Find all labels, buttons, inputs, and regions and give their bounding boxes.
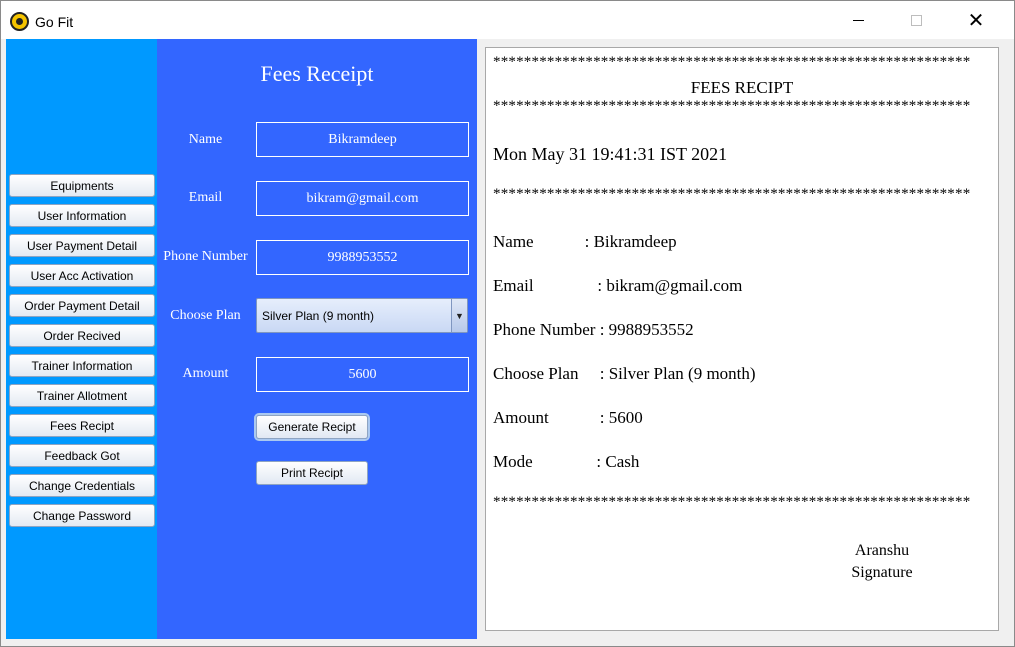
receipt-date: Mon May 31 19:41:31 IST 2021: [493, 144, 728, 164]
generate-recipt-button[interactable]: Generate Recipt: [256, 415, 368, 439]
receipt-mode-row: Mode : Cash: [493, 452, 640, 471]
minimize-button[interactable]: [835, 1, 881, 39]
receipt-email-row: Email : bikram@gmail.com: [493, 276, 743, 295]
signature-label: Signature: [851, 564, 913, 581]
signature-block: Aranshu Signature: [842, 540, 922, 584]
phone-label: Phone Number: [163, 249, 248, 264]
phone-field[interactable]: 9988953552: [256, 240, 469, 275]
name-label: Name: [188, 132, 223, 147]
sidebar-item-order-recived[interactable]: Order Recived: [9, 324, 155, 347]
receipt-amount-row: Amount : 5600: [493, 408, 643, 427]
print-recipt-button[interactable]: Print Recipt: [256, 461, 368, 485]
receipt-plan-row: Choose Plan : Silver Plan (9 month): [493, 364, 756, 383]
plan-label: Choose Plan: [170, 308, 241, 323]
receipt-phone-row: Phone Number : 9988953552: [493, 320, 694, 339]
sidebar: Equipments User Information User Payment…: [6, 39, 157, 639]
sidebar-item-feedback-got[interactable]: Feedback Got: [9, 444, 155, 467]
fees-form-panel: Fees Receipt Name Bikramdeep Email bikra…: [157, 39, 477, 639]
minimize-icon: [852, 19, 864, 21]
star-divider: ****************************************…: [493, 494, 971, 510]
title-bar: Go Fit ✕: [1, 1, 1014, 39]
maximize-icon: [910, 14, 922, 26]
gym-logo-icon: [10, 12, 29, 31]
form-title: Fees Receipt: [260, 61, 374, 86]
close-button[interactable]: ✕: [953, 1, 999, 39]
receipt-text-area[interactable]: ****************************************…: [485, 47, 999, 631]
dropdown-arrow-icon[interactable]: ▼: [451, 299, 467, 332]
plan-selected-value: Silver Plan (9 month): [262, 308, 375, 323]
sidebar-item-equipments[interactable]: Equipments: [9, 174, 155, 197]
receipt-area: ****************************************…: [477, 39, 1008, 639]
amount-field[interactable]: 5600: [256, 357, 469, 392]
close-icon: ✕: [967, 8, 985, 32]
sidebar-item-trainer-allotment[interactable]: Trainer Allotment: [9, 384, 155, 407]
sidebar-item-user-information[interactable]: User Information: [9, 204, 155, 227]
star-divider: ****************************************…: [493, 186, 971, 202]
maximize-button[interactable]: [893, 1, 939, 39]
star-divider: ****************************************…: [493, 98, 971, 114]
email-label: Email: [188, 190, 223, 205]
receipt-name-row: Name : Bikramdeep: [493, 232, 677, 251]
receipt-heading: FEES RECIPT: [690, 78, 794, 97]
window-title: Go Fit: [35, 14, 74, 30]
sidebar-item-trainer-information[interactable]: Trainer Information: [9, 354, 155, 377]
sidebar-item-user-payment-detail[interactable]: User Payment Detail: [9, 234, 155, 257]
sidebar-item-fees-recipt[interactable]: Fees Recipt: [9, 414, 155, 437]
sidebar-item-change-password[interactable]: Change Password: [9, 504, 155, 527]
app-window: Go Fit ✕ Equipments User Information Use…: [0, 0, 1015, 647]
signer-name: Aranshu: [854, 542, 910, 559]
star-divider: ****************************************…: [493, 54, 971, 70]
email-field[interactable]: bikram@gmail.com: [256, 181, 469, 216]
amount-label: Amount: [182, 366, 229, 381]
name-field[interactable]: Bikramdeep: [256, 122, 469, 157]
sidebar-item-order-payment-detail[interactable]: Order Payment Detail: [9, 294, 155, 317]
sidebar-item-user-acc-activation[interactable]: User Acc Activation: [9, 264, 155, 287]
plan-select[interactable]: Silver Plan (9 month) ▼: [256, 298, 468, 333]
sidebar-item-change-credentials[interactable]: Change Credentials: [9, 474, 155, 497]
